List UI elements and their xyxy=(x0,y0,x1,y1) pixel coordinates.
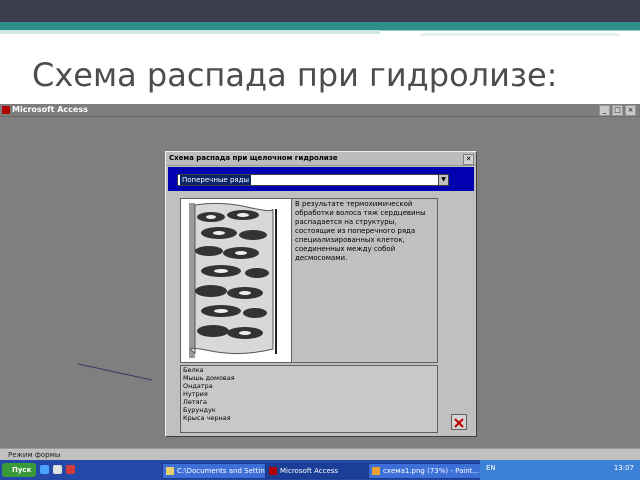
language-indicator[interactable]: EN xyxy=(486,464,496,472)
access-workspace: Схема распада при щелочном гидролизе ✕ П… xyxy=(0,117,640,447)
hair-structure-image xyxy=(180,198,292,363)
description-text-area: В результате термохимической обработки в… xyxy=(291,198,438,363)
task-paint[interactable]: схема1.png (73%) - Paint... xyxy=(368,463,484,479)
embedded-screenshot: Microsoft Access _ □ × Схема распада при… xyxy=(0,104,640,480)
slide-light-stripe xyxy=(0,30,380,34)
explorer-icon[interactable] xyxy=(53,465,62,474)
list-item[interactable]: Белка xyxy=(181,366,437,374)
list-item[interactable]: Нутрия xyxy=(181,390,437,398)
access-icon xyxy=(269,467,277,475)
opera-icon[interactable] xyxy=(66,465,75,474)
maximize-button[interactable]: □ xyxy=(612,105,623,116)
exit-icon xyxy=(454,418,464,428)
slide-top-bar xyxy=(0,0,640,22)
task-documents[interactable]: C:\Documents and Settin... xyxy=(162,463,278,479)
chevron-down-icon[interactable]: ▼ xyxy=(438,174,449,186)
desktop-icon[interactable] xyxy=(40,465,49,474)
slide-right-stripe xyxy=(380,30,640,43)
exit-button[interactable] xyxy=(451,414,467,430)
task-label: C:\Documents and Settin... xyxy=(177,467,272,475)
close-button[interactable]: × xyxy=(625,105,636,116)
taskbar: Пуск C:\Documents and Settin... Microsof… xyxy=(0,460,640,480)
slide-title: Схема распада при гидролизе: xyxy=(32,56,558,94)
start-button[interactable]: Пуск xyxy=(2,463,36,477)
dialog-titlebar: Схема распада при щелочном гидролизе ✕ xyxy=(166,152,476,166)
task-label: схема1.png (73%) - Paint... xyxy=(383,467,480,475)
dialog-title: Схема распада при щелочном гидролизе xyxy=(169,154,338,162)
folder-icon xyxy=(166,467,174,475)
slide-accent-stripe xyxy=(0,22,640,30)
list-item[interactable]: Ондатра xyxy=(181,382,437,390)
structure-combo[interactable]: Поперечные ряды ▼ xyxy=(177,174,449,186)
list-item[interactable]: Крыса черная xyxy=(181,414,437,422)
quick-launch xyxy=(40,465,75,474)
combo-selected-value: Поперечные ряды xyxy=(180,175,251,185)
species-list[interactable]: Белка Мышь домовая Ондатра Нутрия Летяга… xyxy=(180,365,438,433)
app-title: Microsoft Access xyxy=(12,105,88,114)
hydrolysis-dialog: Схема распада при щелочном гидролизе ✕ П… xyxy=(165,151,477,437)
list-item[interactable]: Летяга xyxy=(181,398,437,406)
dialog-header-panel: Поперечные ряды ▼ xyxy=(168,167,474,191)
task-access[interactable]: Microsoft Access xyxy=(265,463,381,479)
app-titlebar: Microsoft Access _ □ × xyxy=(0,104,640,117)
window-controls: _ □ × xyxy=(599,105,636,116)
clock: 13:07 xyxy=(613,464,634,472)
minimize-button[interactable]: _ xyxy=(599,105,610,116)
hair-structure-drawing xyxy=(189,202,277,358)
system-tray: EN 13:07 xyxy=(480,460,640,480)
description-text: В результате термохимической обработки в… xyxy=(295,200,426,262)
list-item[interactable]: Мышь домовая xyxy=(181,374,437,382)
paint-icon xyxy=(372,467,380,475)
list-item[interactable]: Бурундук xyxy=(181,406,437,414)
task-label: Microsoft Access xyxy=(280,467,339,475)
access-app-icon xyxy=(2,106,10,114)
dialog-close-button[interactable]: ✕ xyxy=(463,154,474,165)
